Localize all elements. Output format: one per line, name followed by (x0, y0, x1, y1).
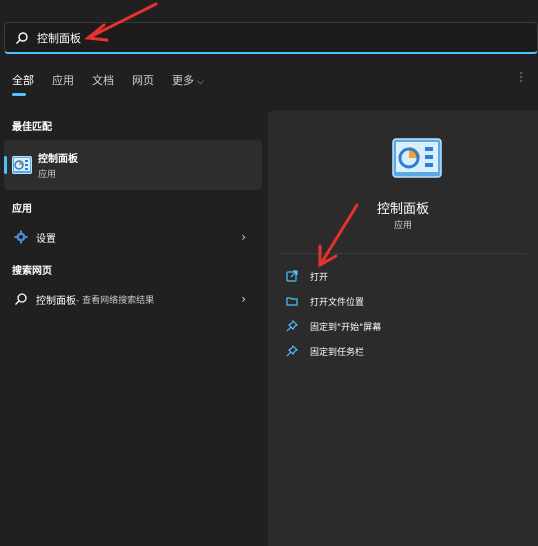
more-options-icon[interactable] (514, 70, 528, 84)
chevron-down-icon: ⌵ (197, 77, 204, 87)
selection-indicator (4, 156, 7, 174)
folder-icon (286, 297, 298, 306)
tab-all[interactable]: 全部 (12, 72, 34, 96)
tab-documents[interactable]: 文档 (92, 72, 114, 88)
best-match-name: 控制面板 (38, 154, 78, 165)
action-pin-to-start[interactable]: 固定到"开始"屏幕 (286, 316, 381, 336)
web-search-result[interactable]: 控制面板 - 查看网络搜索结果 › (4, 287, 262, 311)
detail-app-type: 应用 (393, 221, 412, 231)
action-label: 打开 (310, 272, 329, 283)
action-open[interactable]: 打开 (286, 266, 328, 286)
tab-apps[interactable]: 应用 (52, 72, 74, 88)
divider (280, 253, 526, 254)
control-panel-icon (392, 138, 442, 178)
control-panel-icon (12, 156, 32, 174)
action-label: 固定到任务栏 (310, 347, 365, 358)
detail-panel: 控制面板 应用 打开 打开文件位置 固定到"开始"屏幕 固定到任务栏 (268, 110, 538, 546)
best-match-heading: 最佳匹配 (12, 122, 52, 133)
tab-more[interactable]: 更多 ⌵ (172, 72, 204, 88)
search-query: 控制面板 (37, 31, 81, 45)
pin-icon (286, 345, 298, 357)
web-search-heading: 搜索网页 (12, 266, 52, 277)
action-pin-to-taskbar[interactable]: 固定到任务栏 (286, 341, 364, 361)
filter-tabs: 全部 应用 文档 网页 更多 ⌵ (12, 72, 222, 96)
tab-web[interactable]: 网页 (132, 72, 154, 88)
best-match-item[interactable]: 控制面板 应用 (4, 140, 262, 190)
search-icon (15, 293, 27, 305)
app-result-label: 设置 (36, 233, 56, 245)
web-search-label: 控制面板 (36, 295, 76, 307)
chevron-right-icon[interactable]: › (241, 230, 246, 244)
tab-more-label: 更多 (172, 74, 194, 87)
action-label: 打开文件位置 (310, 297, 365, 308)
open-icon (286, 270, 298, 282)
apps-heading: 应用 (12, 204, 32, 215)
app-result-settings[interactable]: 设置 › (4, 225, 262, 249)
action-open-file-location[interactable]: 打开文件位置 (286, 291, 364, 311)
detail-app-name: 控制面板 (376, 202, 429, 217)
gear-icon (14, 230, 28, 244)
chevron-right-icon[interactable]: › (241, 292, 246, 306)
web-search-sub: - 查看网络搜索结果 (76, 295, 155, 306)
search-input[interactable]: 控制面板 (4, 22, 538, 54)
best-match-type: 应用 (38, 170, 57, 180)
pin-icon (286, 320, 298, 332)
action-label: 固定到"开始"屏幕 (310, 322, 382, 333)
search-icon (16, 31, 28, 44)
